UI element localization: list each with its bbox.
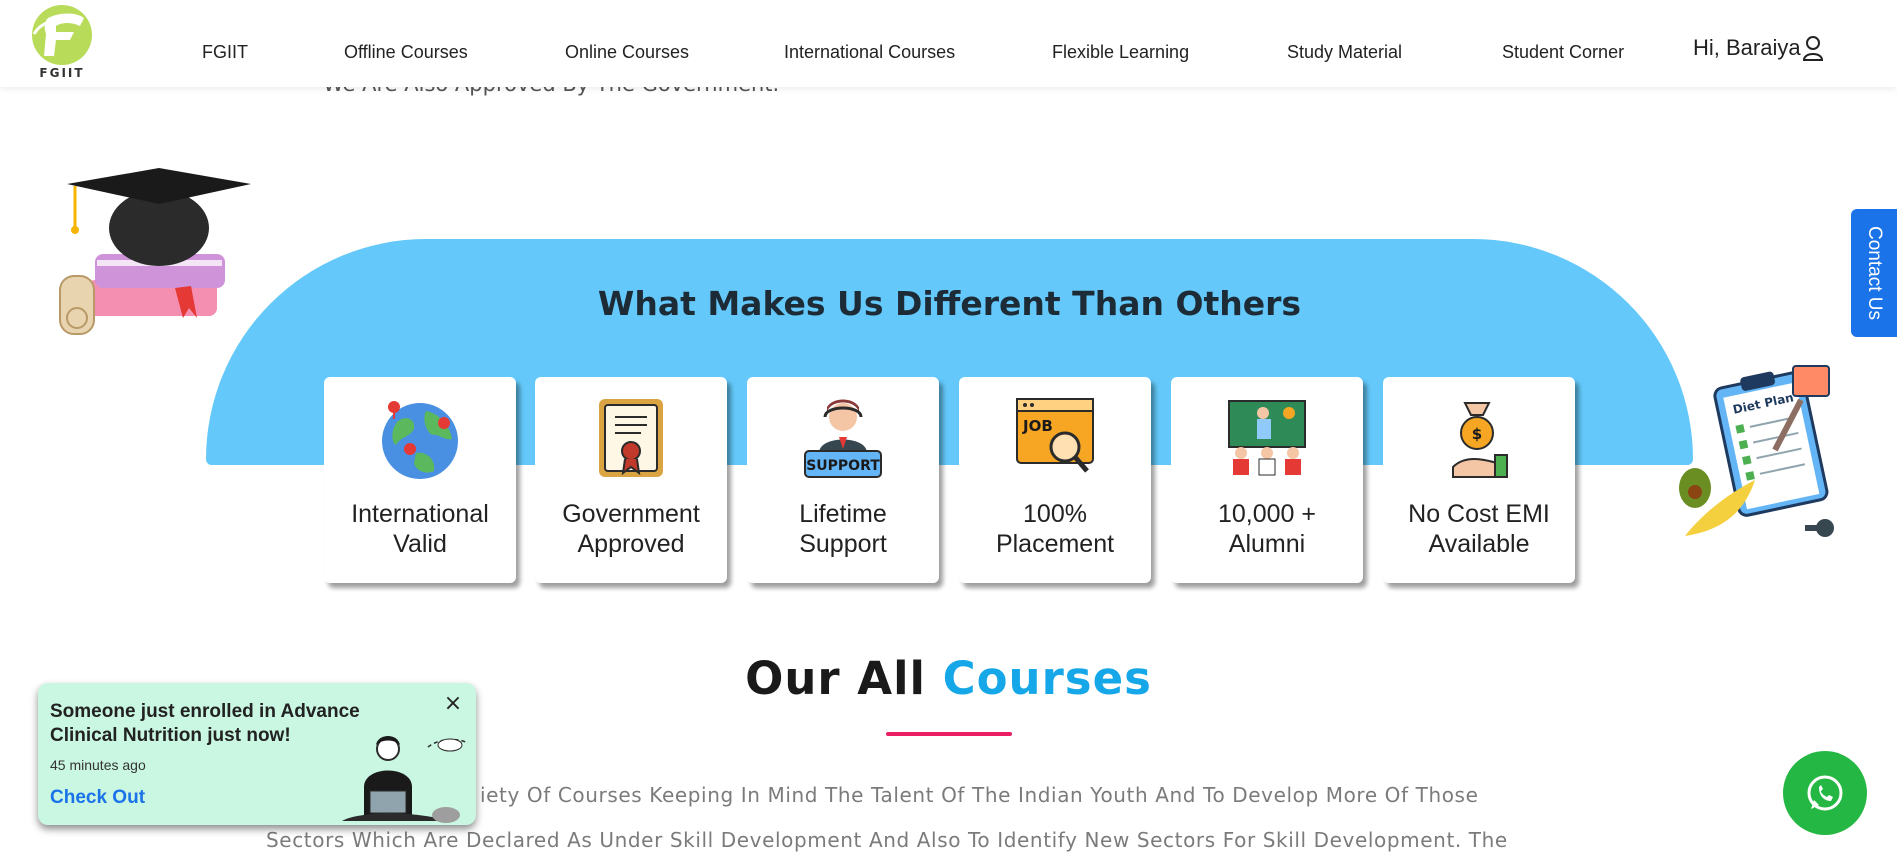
user-icon[interactable]	[1802, 35, 1824, 61]
site-header: FGIIT FGIIT Offline Courses Online Cours…	[0, 0, 1897, 87]
support-agent-icon: SUPPORT	[804, 399, 882, 478]
nav-offline-courses[interactable]: Offline Courses	[344, 42, 468, 63]
contact-us-label: Contact Us	[1864, 226, 1885, 320]
nav-fgiit[interactable]: FGIIT	[202, 42, 248, 63]
feature-label: International Valid	[351, 500, 489, 558]
features-title: What Makes Us Different Than Others	[597, 284, 1302, 323]
toast-time: 45 minutes ago	[50, 757, 146, 773]
certificate-icon	[599, 399, 663, 477]
courses-description-line2: Sectors Which Are Declared As Under Skil…	[266, 828, 1508, 852]
feature-card-lifetime-support: SUPPORT Lifetime Support	[747, 377, 939, 583]
whatsapp-button[interactable]	[1783, 751, 1867, 835]
feature-label: Lifetime Support	[799, 500, 887, 558]
logo-mark-icon	[32, 5, 92, 65]
nav-flexible-learning[interactable]: Flexible Learning	[1052, 42, 1189, 63]
nav-online-courses[interactable]: Online Courses	[565, 42, 689, 63]
courses-description-line1: iety Of Courses Keeping In Mind The Tale…	[480, 783, 1479, 807]
student-laptop-illustration-icon	[342, 736, 469, 823]
money-bag-icon: $	[1452, 402, 1508, 478]
fgiit-logo[interactable]: FGIIT	[30, 4, 100, 84]
diet-plan-clipboard-icon: Diet Plan	[1679, 365, 1834, 537]
svg-text:JOB: JOB	[1022, 417, 1053, 435]
feature-label: No Cost EMI Available	[1408, 500, 1550, 558]
feature-card-alumni: 10,000 + Alumni	[1171, 377, 1363, 583]
feature-label: 100% Placement	[995, 500, 1115, 558]
close-icon[interactable]: ×	[442, 693, 464, 715]
nav-international-courses[interactable]: International Courses	[784, 42, 955, 63]
feature-card-no-cost-emi: $ No Cost EMI Available	[1383, 377, 1575, 583]
courses-heading-part1: Our All	[745, 652, 926, 705]
globe-icon	[382, 401, 458, 479]
feature-label: 10,000 + Alumni	[1217, 500, 1316, 558]
job-search-icon: JOB	[1016, 398, 1094, 473]
logo-text: FGIIT	[39, 66, 85, 80]
nav-student-corner[interactable]: Student Corner	[1502, 42, 1624, 63]
feature-card-placement: JOB 100% Placement	[959, 377, 1151, 583]
svg-text:$: $	[1472, 425, 1482, 443]
classroom-icon	[1228, 400, 1306, 476]
feature-card-government-approved: Government Approved	[535, 377, 727, 583]
contact-us-tab[interactable]: Contact Us	[1851, 209, 1897, 337]
nav-study-material[interactable]: Study Material	[1287, 42, 1402, 63]
enrollment-toast: Someone just enrolled in Advance Clinica…	[38, 683, 476, 825]
feature-card-international-valid: International Valid	[324, 377, 516, 583]
check-out-link[interactable]: Check Out	[50, 787, 145, 809]
feature-label: Government Approved	[562, 500, 700, 558]
heading-underline	[886, 732, 1012, 736]
user-greeting[interactable]: Hi, Baraiya	[1693, 35, 1801, 61]
whatsapp-icon	[1807, 775, 1843, 811]
courses-heading-part2: Courses	[942, 652, 1152, 705]
svg-text:SUPPORT: SUPPORT	[806, 458, 880, 474]
